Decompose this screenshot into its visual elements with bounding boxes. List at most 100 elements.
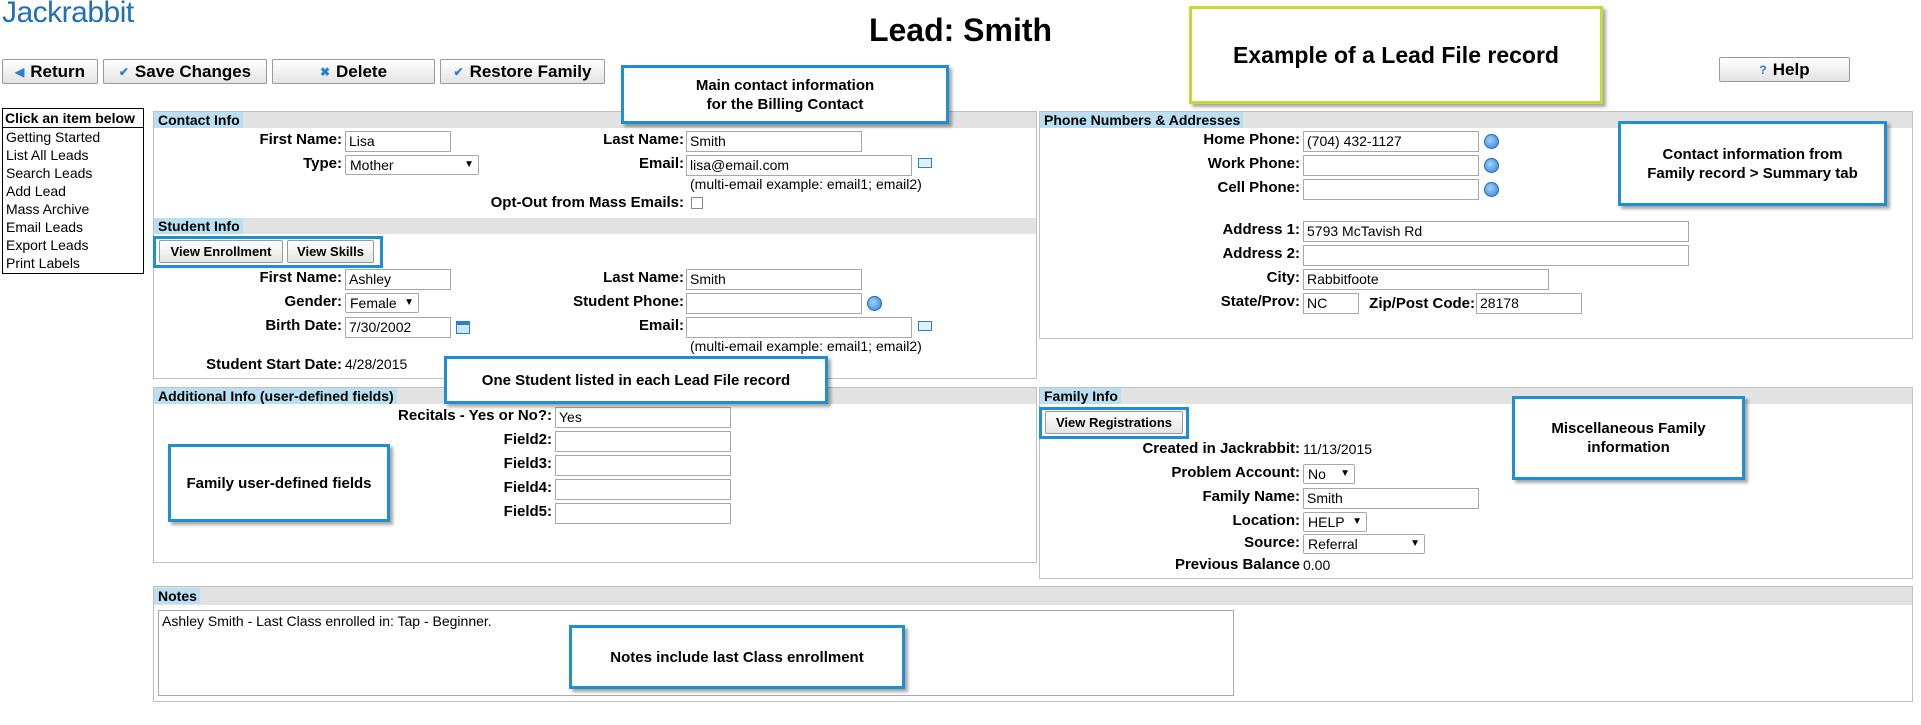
email-icon[interactable] [918,321,932,331]
state-field[interactable]: NC [1303,293,1359,314]
field4-field[interactable] [555,479,731,500]
type-label: Type: [303,155,342,172]
student-first-name-label: First Name: [259,269,342,286]
student-info-header: Student Info [154,218,1036,234]
last-name-label: Last Name: [603,131,684,148]
callout-family-udf: Family user-defined fields [168,444,390,522]
zip-field[interactable]: 28178 [1476,293,1582,314]
x-icon: ✖ [319,64,331,79]
cell-phone-label: Cell Phone: [1217,179,1300,196]
birth-date-label: Birth Date: [265,317,342,334]
optout-label: Opt-Out from Mass Emails: [490,194,684,211]
city-label: City: [1266,269,1300,286]
return-button[interactable]: ◀ Return [2,59,98,84]
first-name-field[interactable]: Lisa [345,131,451,152]
optout-checkbox[interactable] [691,197,703,209]
callout-notes-last-class: Notes include last Class enrollment [569,625,905,689]
callout-example: Example of a Lead File record [1189,6,1603,104]
callout-contact-from-family: Contact information from Family record >… [1618,121,1887,206]
globe-icon[interactable] [1484,134,1499,149]
email-hint: (multi-email example: email1; email2) [690,176,922,192]
family-name-label: Family Name: [1202,488,1300,505]
email-label: Email: [638,155,684,172]
help-icon: ? [1759,62,1767,77]
sidebar-item-add-lead[interactable]: Add Lead [3,182,143,200]
sidebar-header: Click an item below [3,109,143,128]
student-email-field[interactable] [686,317,912,338]
birth-date-field[interactable]: 7/30/2002 [345,317,451,338]
created-label: Created in Jackrabbit: [1142,440,1300,457]
check-icon: ✔ [118,64,129,79]
home-phone-field[interactable]: (704) 432-1127 [1303,131,1479,152]
location-select[interactable]: HELP ▼ [1303,512,1367,532]
work-phone-label: Work Phone: [1207,155,1300,172]
previous-balance-label: Previous Balance [1174,556,1300,573]
delete-button[interactable]: ✖ Delete [272,59,435,84]
help-button[interactable]: ? Help [1719,57,1850,82]
work-phone-field[interactable] [1303,155,1479,176]
sidebar-item-list-all-leads[interactable]: List All Leads [3,146,143,164]
student-phone-label: Student Phone: [573,293,684,310]
student-phone-field[interactable] [686,293,862,314]
sidebar-menu: Click an item below Getting Started List… [2,108,144,274]
first-name-label: First Name: [259,131,342,148]
zip-label: Zip/Post Code: [1369,295,1475,312]
address1-field[interactable]: 5793 McTavish Rd [1303,221,1689,242]
highlight-registrations-button [1039,407,1189,439]
dropdown-arrow-icon: ▼ [1410,538,1420,549]
family-name-field[interactable]: Smith [1303,488,1479,509]
recitals-label: Recitals - Yes or No?: [398,407,552,424]
sidebar-item-export-leads[interactable]: Export Leads [3,236,143,254]
family-info-header: Family Info [1040,388,1912,404]
sidebar-item-email-leads[interactable]: Email Leads [3,218,143,236]
highlight-student-buttons [153,236,383,268]
city-field[interactable]: Rabbitfoote [1303,269,1549,290]
callout-main-contact: Main contact information for the Billing… [621,65,949,124]
sidebar-item-getting-started[interactable]: Getting Started [3,128,143,146]
sidebar-item-print-labels[interactable]: Print Labels [3,254,143,272]
globe-icon[interactable] [1484,182,1499,197]
field2-field[interactable] [555,431,731,452]
field3-field[interactable] [555,455,731,476]
dropdown-arrow-icon: ▼ [464,159,474,170]
student-start-date-value: 4/28/2015 [345,356,408,372]
sidebar-item-mass-archive[interactable]: Mass Archive [3,200,143,218]
student-email-hint: (multi-email example: email1; email2) [690,338,922,354]
address2-field[interactable] [1303,245,1689,266]
notes-header: Notes [154,587,1912,605]
state-label: State/Prov: [1220,293,1300,310]
type-select[interactable]: Mother ▼ [345,155,479,175]
dropdown-arrow-icon: ▼ [1340,468,1350,479]
location-label: Location: [1232,512,1301,529]
student-start-date-label: Student Start Date: [206,356,342,373]
student-last-name-field[interactable]: Smith [686,269,862,290]
email-field[interactable]: lisa@email.com [686,155,912,176]
sidebar-item-search-leads[interactable]: Search Leads [3,164,143,182]
save-changes-button[interactable]: ✔ Save Changes [103,59,267,84]
last-name-field[interactable]: Smith [686,131,862,152]
globe-icon[interactable] [867,296,882,311]
field5-field[interactable] [555,503,731,524]
restore-family-button[interactable]: ✔ Restore Family [440,59,605,84]
student-email-label: Email: [638,317,684,334]
page-title: Lead: Smith [868,12,1053,48]
recitals-field[interactable]: Yes [555,407,731,428]
address1-label: Address 1: [1222,221,1300,238]
check-icon: ✔ [453,64,464,79]
student-last-name-label: Last Name: [603,269,684,286]
created-value: 11/13/2015 [1303,441,1373,457]
back-arrow-icon: ◀ [14,64,25,79]
source-select[interactable]: Referral ▼ [1303,534,1425,554]
dropdown-arrow-icon: ▼ [1352,516,1362,527]
student-first-name-field[interactable]: Ashley [345,269,451,290]
email-icon[interactable] [918,158,932,168]
callout-one-student: One Student listed in each Lead File rec… [444,356,828,404]
cell-phone-field[interactable] [1303,179,1479,200]
problem-account-label: Problem Account: [1171,464,1300,481]
previous-balance-value: 0.00 [1303,557,1331,573]
gender-select[interactable]: Female ▼ [345,293,419,313]
problem-account-select[interactable]: No ▼ [1303,464,1355,484]
calendar-icon[interactable] [456,321,470,334]
globe-icon[interactable] [1484,158,1499,173]
home-phone-label: Home Phone: [1203,131,1300,148]
